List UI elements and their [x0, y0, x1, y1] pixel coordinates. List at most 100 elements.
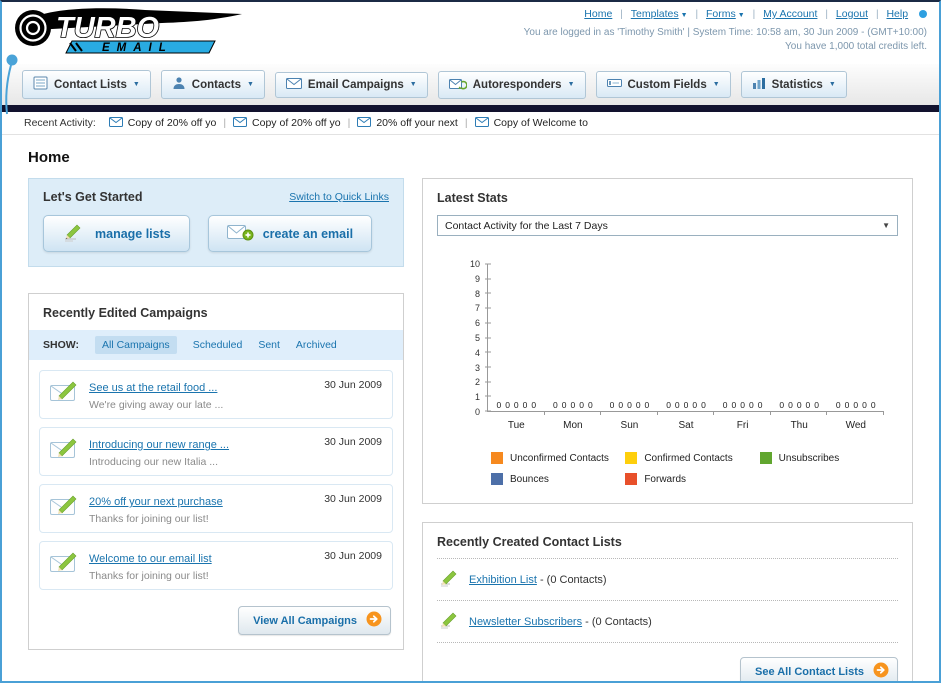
chevron-down-icon: ▼	[712, 81, 720, 88]
contact-list-row: Exhibition List - (0 Contacts)	[437, 559, 898, 601]
recent-activity-item[interactable]: 20% off your next	[357, 116, 458, 130]
top-link-templates[interactable]: Templates ▼	[631, 8, 688, 20]
chevron-down-icon: ▼	[409, 81, 417, 88]
envelope-icon	[108, 116, 123, 130]
recent-activity-item[interactable]: Copy of Welcome to	[474, 116, 588, 130]
edit-list-icon[interactable]	[439, 569, 459, 590]
contacts-icon	[172, 76, 186, 93]
stats-period-select[interactable]: Contact Activity for the Last 7 Days ▼	[437, 215, 898, 236]
top-link-forms[interactable]: Forms ▼	[706, 8, 745, 20]
campaign-row: Welcome to our email list Thanks for joi…	[39, 541, 393, 590]
recently-edited-campaigns-panel: Recently Edited Campaigns SHOW: All Camp…	[28, 293, 404, 650]
decorative-doodle	[5, 54, 18, 115]
page-title: Home	[28, 149, 70, 166]
recent-activity-item[interactable]: Copy of 20% off yo	[108, 116, 216, 130]
campaign-row: 20% off your next purchase Thanks for jo…	[39, 484, 393, 533]
chevron-down-icon: ▼	[828, 81, 836, 88]
legend-item: Unsubscribes	[759, 452, 884, 464]
arrow-right-icon	[873, 662, 889, 681]
campaign-title-link[interactable]: Introducing our new range ...	[89, 439, 229, 451]
recently-created-contact-lists-panel: Recently Created Contact Lists Exhibitio…	[422, 522, 913, 681]
show-label: SHOW:	[43, 339, 79, 351]
campaign-subtitle: Thanks for joining our list!	[89, 513, 209, 525]
contact-lists-panel-title: Recently Created Contact Lists	[437, 535, 898, 559]
switch-to-quick-links[interactable]: Switch to Quick Links	[289, 191, 389, 203]
statistics-icon	[752, 77, 766, 92]
tab-archived[interactable]: Archived	[296, 339, 337, 351]
chart-y-axis: 0 1 2 3 4 5 6 7 8 9 10	[469, 259, 480, 417]
campaign-subtitle: Introducing our new Italia ...	[89, 456, 218, 468]
edit-campaign-icon[interactable]	[49, 378, 79, 407]
nav-divider-bar	[2, 105, 939, 112]
svg-text:EMAIL: EMAIL	[102, 42, 173, 54]
nav-tab-email-campaigns[interactable]: Email Campaigns ▼	[274, 71, 428, 98]
campaign-title-link[interactable]: 20% off your next purchase	[89, 496, 223, 508]
nav-tab-contacts[interactable]: Contacts ▼	[160, 70, 265, 99]
manage-lists-button[interactable]: manage lists	[43, 215, 190, 252]
campaign-date: 30 Jun 2009	[324, 379, 382, 391]
envelope-icon	[474, 116, 489, 130]
email-campaigns-icon	[285, 77, 302, 92]
envelope-icon	[233, 116, 248, 130]
chart-group: 0 0 0 0 0 Sat	[658, 264, 715, 431]
edit-campaign-icon[interactable]	[49, 492, 79, 521]
campaign-title-link[interactable]: See us at the retail food ...	[89, 382, 217, 394]
recent-activity-label: Recent Activity:	[24, 117, 96, 129]
contact-list-link[interactable]: Newsletter Subscribers	[469, 616, 582, 628]
nav-tab-autoresponders[interactable]: Autoresponders ▼	[437, 70, 586, 99]
nav-tab-contact-lists[interactable]: Contact Lists ▼	[22, 70, 151, 99]
credits-info: You have 1,000 total credits left.	[785, 41, 927, 52]
legend-item: Unconfirmed Contacts	[491, 452, 615, 464]
chart-plot: 0 0 0 0 0 Tue 0 0 0 0 0 Mon 0 0 0 0 0 Sun 0 0 0 0 0 Sat 0 0 0 0 0 Fri…	[485, 263, 884, 431]
top-link-my-account[interactable]: My Account	[763, 8, 817, 20]
app-logo[interactable]: TURBO EMAIL	[10, 5, 250, 64]
main-content: Home Let's Get Started Switch to Quick L…	[2, 135, 939, 681]
contact-list-detail: - (0 Contacts)	[585, 615, 652, 628]
view-all-campaigns-button[interactable]: View All Campaigns	[238, 606, 391, 635]
live-help-icon[interactable]	[919, 10, 927, 19]
envelope-icon	[357, 116, 372, 130]
campaign-subtitle: We're giving away our late ...	[89, 399, 224, 411]
campaigns-filter-tabs: SHOW: All Campaigns Scheduled Sent Archi…	[29, 330, 403, 360]
app-window: TURBO EMAIL Home | Templates ▼ | Forms ▼ |…	[0, 0, 941, 683]
latest-stats-panel: Latest Stats Contact Activity for the La…	[422, 178, 913, 504]
recent-activity-item[interactable]: Copy of 20% off yo	[233, 116, 341, 130]
chart-legend: Unconfirmed Contacts Confirmed Contacts Un…	[491, 452, 884, 485]
chart-group: 0 0 0 0 0 Tue	[488, 264, 545, 431]
stats-panel-title: Latest Stats	[437, 191, 508, 205]
header-right: Home | Templates ▼ | Forms ▼ | My Account …	[524, 8, 927, 52]
legend-item: Confirmed Contacts	[625, 452, 749, 464]
contact-list-row: Newsletter Subscribers - (0 Contacts)	[437, 601, 898, 643]
chart-group: 0 0 0 0 0 Thu	[771, 264, 828, 431]
tab-sent[interactable]: Sent	[258, 339, 280, 351]
nav-tab-statistics[interactable]: Statistics ▼	[740, 71, 847, 98]
top-link-logout[interactable]: Logout	[836, 8, 868, 20]
main-nav: Contact Lists ▼ Contacts ▼ Email Campaig…	[2, 64, 939, 105]
campaign-title-link[interactable]: Welcome to our email list	[89, 553, 212, 565]
edit-campaign-icon[interactable]	[49, 435, 79, 464]
campaigns-panel-title: Recently Edited Campaigns	[43, 306, 208, 320]
see-all-contact-lists-button[interactable]: See All Contact Lists	[739, 657, 898, 681]
header: TURBO EMAIL Home | Templates ▼ | Forms ▼ |…	[2, 2, 939, 115]
edit-campaign-icon[interactable]	[49, 549, 79, 578]
chevron-down-icon: ▼	[882, 221, 890, 230]
chart-group: 0 0 0 0 0 Fri	[714, 264, 771, 431]
contact-list-link[interactable]: Exhibition List	[469, 574, 537, 586]
chevron-down-icon: ▼	[567, 81, 575, 88]
top-link-home[interactable]: Home	[584, 8, 612, 20]
create-email-button[interactable]: create an email	[207, 215, 373, 252]
tab-scheduled[interactable]: Scheduled	[193, 339, 243, 351]
campaign-date: 30 Jun 2009	[324, 436, 382, 448]
top-link-help[interactable]: Help	[886, 8, 908, 20]
legend-item: Forwards	[625, 473, 749, 485]
chart-group: 0 0 0 0 0 Wed	[827, 264, 884, 431]
campaign-subtitle: Thanks for joining our list!	[89, 570, 209, 582]
edit-list-icon[interactable]	[439, 611, 459, 632]
campaign-row: Introducing our new range ... Introducin…	[39, 427, 393, 476]
tab-all-campaigns[interactable]: All Campaigns	[94, 336, 177, 354]
campaign-date: 30 Jun 2009	[324, 550, 382, 562]
nav-tab-custom-fields[interactable]: Custom Fields ▼	[595, 71, 731, 98]
chart-group: 0 0 0 0 0 Sun	[601, 264, 658, 431]
get-started-panel: Let's Get Started Switch to Quick Links …	[28, 178, 404, 267]
chart-groups: 0 0 0 0 0 Tue 0 0 0 0 0 Mon 0 0 0 0 0 Sun 0 0 0 0 0 Sat 0 0 0 0 0 Fri…	[488, 264, 884, 431]
